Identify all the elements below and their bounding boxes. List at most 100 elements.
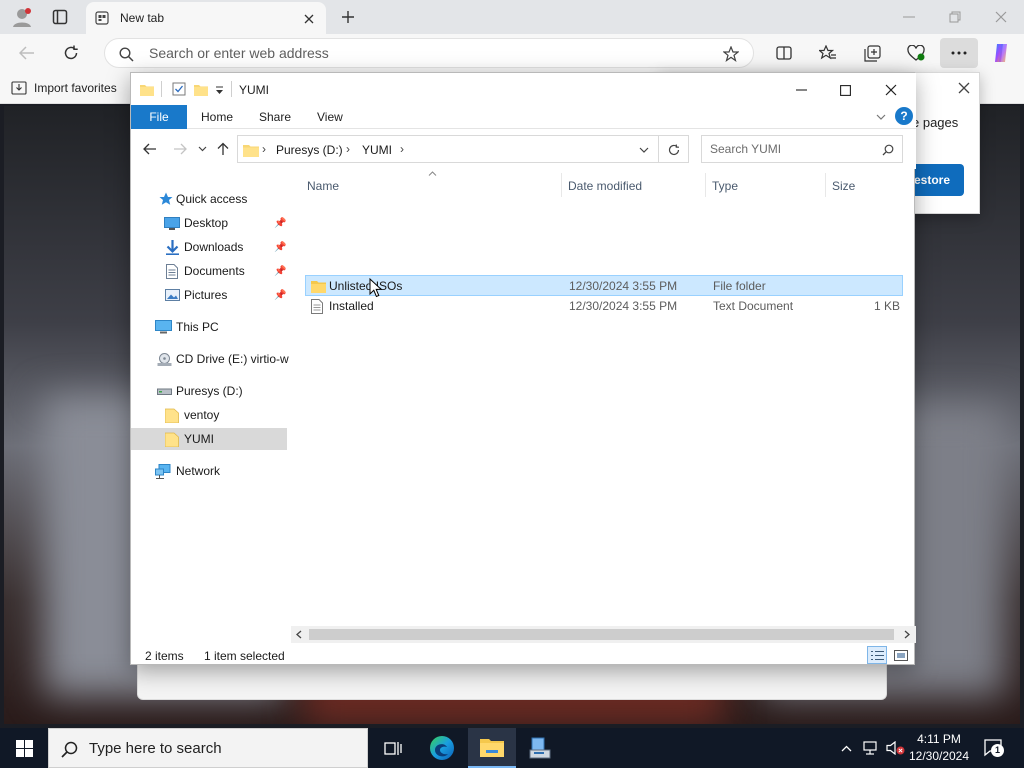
large-icons-view-icon[interactable] xyxy=(891,646,911,664)
chevron-up-icon[interactable] xyxy=(838,740,854,756)
up-arrow-icon[interactable] xyxy=(213,139,233,159)
column-header-size[interactable]: Size xyxy=(832,179,855,193)
close-tab-icon[interactable] xyxy=(300,10,318,28)
more-icon[interactable] xyxy=(940,38,978,68)
refresh-icon[interactable] xyxy=(58,42,84,64)
horizontal-scrollbar[interactable] xyxy=(291,626,916,643)
folder-icon xyxy=(163,407,181,423)
maximize-icon[interactable] xyxy=(831,79,859,101)
table-row[interactable]: Unlisted ISOs 12/30/2024 3:55 PM File fo… xyxy=(305,275,903,296)
favorites-icon[interactable] xyxy=(816,42,840,64)
details-view-icon[interactable] xyxy=(867,646,887,664)
nav-item-network[interactable]: Network xyxy=(131,460,287,482)
restore-icon[interactable] xyxy=(942,6,968,28)
forward-arrow-icon[interactable] xyxy=(169,139,191,159)
column-separator[interactable] xyxy=(825,173,826,197)
volume-muted-icon[interactable] xyxy=(884,739,906,757)
nav-item-puresys[interactable]: Puresys (D:) xyxy=(131,380,287,402)
new-tab-icon[interactable] xyxy=(336,6,360,28)
column-header-date[interactable]: Date modified xyxy=(568,179,642,193)
pin-icon: 📌 xyxy=(274,289,287,301)
window-title: YUMI xyxy=(239,83,269,97)
selection-count: 1 item selected xyxy=(204,649,285,663)
search-box[interactable] xyxy=(701,135,903,163)
nav-item-desktop[interactable]: Desktop 📌 xyxy=(131,212,287,234)
star-icon[interactable] xyxy=(721,44,741,64)
task-view-button[interactable] xyxy=(368,728,416,768)
mouse-cursor xyxy=(369,277,383,301)
copilot-icon[interactable] xyxy=(988,41,1014,65)
nav-item-pictures[interactable]: Pictures 📌 xyxy=(131,284,287,306)
address-path-box[interactable]: › Puresys (D:) › YUMI › xyxy=(237,135,689,163)
nav-item-downloads[interactable]: Downloads 📌 xyxy=(131,236,287,258)
breadcrumb-separator: › xyxy=(262,142,266,156)
nav-item-ventoy[interactable]: ventoy xyxy=(131,404,287,426)
taskbar-search-box[interactable] xyxy=(48,728,368,768)
new-tab-page-icon xyxy=(94,10,110,26)
refresh-icon[interactable] xyxy=(664,141,684,159)
column-separator[interactable] xyxy=(705,173,706,197)
back-arrow-icon[interactable] xyxy=(139,139,161,159)
breadcrumb-item-puresys[interactable]: Puresys (D:) xyxy=(276,143,343,157)
setup-taskbar-button[interactable] xyxy=(516,728,564,768)
nav-item-quick-access[interactable]: Quick access xyxy=(131,188,287,210)
notification-badge: 1 xyxy=(991,744,1004,757)
clock-time[interactable]: 4:11 PM xyxy=(906,732,972,746)
ribbon-tab-home[interactable]: Home xyxy=(201,110,233,124)
help-icon[interactable]: ? xyxy=(895,107,913,125)
nav-item-this-pc[interactable]: This PC xyxy=(131,316,287,338)
tab-actions-icon[interactable] xyxy=(46,6,74,28)
nav-item-cd-drive[interactable]: CD Drive (E:) virtio-w xyxy=(131,348,291,370)
window-close-icon[interactable] xyxy=(988,6,1014,28)
address-bar[interactable] xyxy=(104,38,754,68)
close-icon[interactable] xyxy=(877,79,905,101)
ribbon-tab-share[interactable]: Share xyxy=(259,110,291,124)
explorer-navigation-bar: › Puresys (D:) › YUMI › xyxy=(131,129,916,169)
collections-icon[interactable] xyxy=(860,42,884,64)
recent-locations-icon[interactable] xyxy=(195,141,209,157)
network-icon xyxy=(153,463,173,479)
checkbox-icon[interactable] xyxy=(171,81,187,97)
nav-label: Documents xyxy=(184,264,245,278)
taskbar-search-input[interactable] xyxy=(89,740,349,757)
scroll-left-icon[interactable] xyxy=(293,628,305,641)
folder-icon[interactable] xyxy=(193,81,209,97)
nav-label: CD Drive (E:) virtio-w xyxy=(176,352,289,366)
desktop-icon xyxy=(163,215,181,231)
pin-icon: 📌 xyxy=(274,265,287,277)
file-explorer-taskbar-button[interactable] xyxy=(468,728,516,768)
back-icon[interactable] xyxy=(14,42,40,64)
close-panel-icon[interactable] xyxy=(953,77,975,99)
folder-icon xyxy=(163,431,181,447)
chevron-down-icon[interactable] xyxy=(636,142,652,158)
ribbon-tab-view[interactable]: View xyxy=(317,110,343,124)
profile-icon[interactable] xyxy=(8,4,36,30)
edge-taskbar-button[interactable] xyxy=(418,728,466,768)
pin-icon: 📌 xyxy=(274,241,287,253)
address-input[interactable] xyxy=(149,45,669,61)
scroll-right-icon[interactable] xyxy=(901,628,913,641)
split-screen-icon[interactable] xyxy=(772,42,796,64)
column-separator[interactable] xyxy=(561,173,562,197)
quick-access-dropdown-icon[interactable] xyxy=(213,83,225,97)
scrollbar-thumb[interactable] xyxy=(309,629,894,640)
expand-ribbon-icon[interactable] xyxy=(873,109,889,125)
ribbon-tab-file[interactable]: File xyxy=(131,105,187,129)
browser-essentials-icon[interactable] xyxy=(904,42,928,64)
minimize-icon[interactable] xyxy=(787,79,815,101)
minimize-icon[interactable] xyxy=(896,6,922,28)
breadcrumb-item-yumi[interactable]: YUMI xyxy=(362,143,392,157)
search-input[interactable] xyxy=(710,142,870,156)
webpage-bottom-panel xyxy=(137,664,887,700)
browser-tab[interactable]: New tab xyxy=(86,2,326,34)
nav-item-documents[interactable]: Documents 📌 xyxy=(131,260,287,282)
import-favorites-label: Import favorites xyxy=(34,81,117,95)
column-header-type[interactable]: Type xyxy=(712,179,738,193)
nav-item-yumi[interactable]: YUMI xyxy=(131,428,287,450)
clock-date[interactable]: 12/30/2024 xyxy=(906,749,972,763)
import-favorites-button[interactable]: Import favorites xyxy=(10,79,117,97)
windows-start-icon[interactable] xyxy=(0,728,48,768)
table-row[interactable]: Installed 12/30/2024 3:55 PM Text Docume… xyxy=(305,296,903,317)
column-header-name[interactable]: Name xyxy=(307,179,339,193)
network-tray-icon[interactable] xyxy=(862,739,880,757)
